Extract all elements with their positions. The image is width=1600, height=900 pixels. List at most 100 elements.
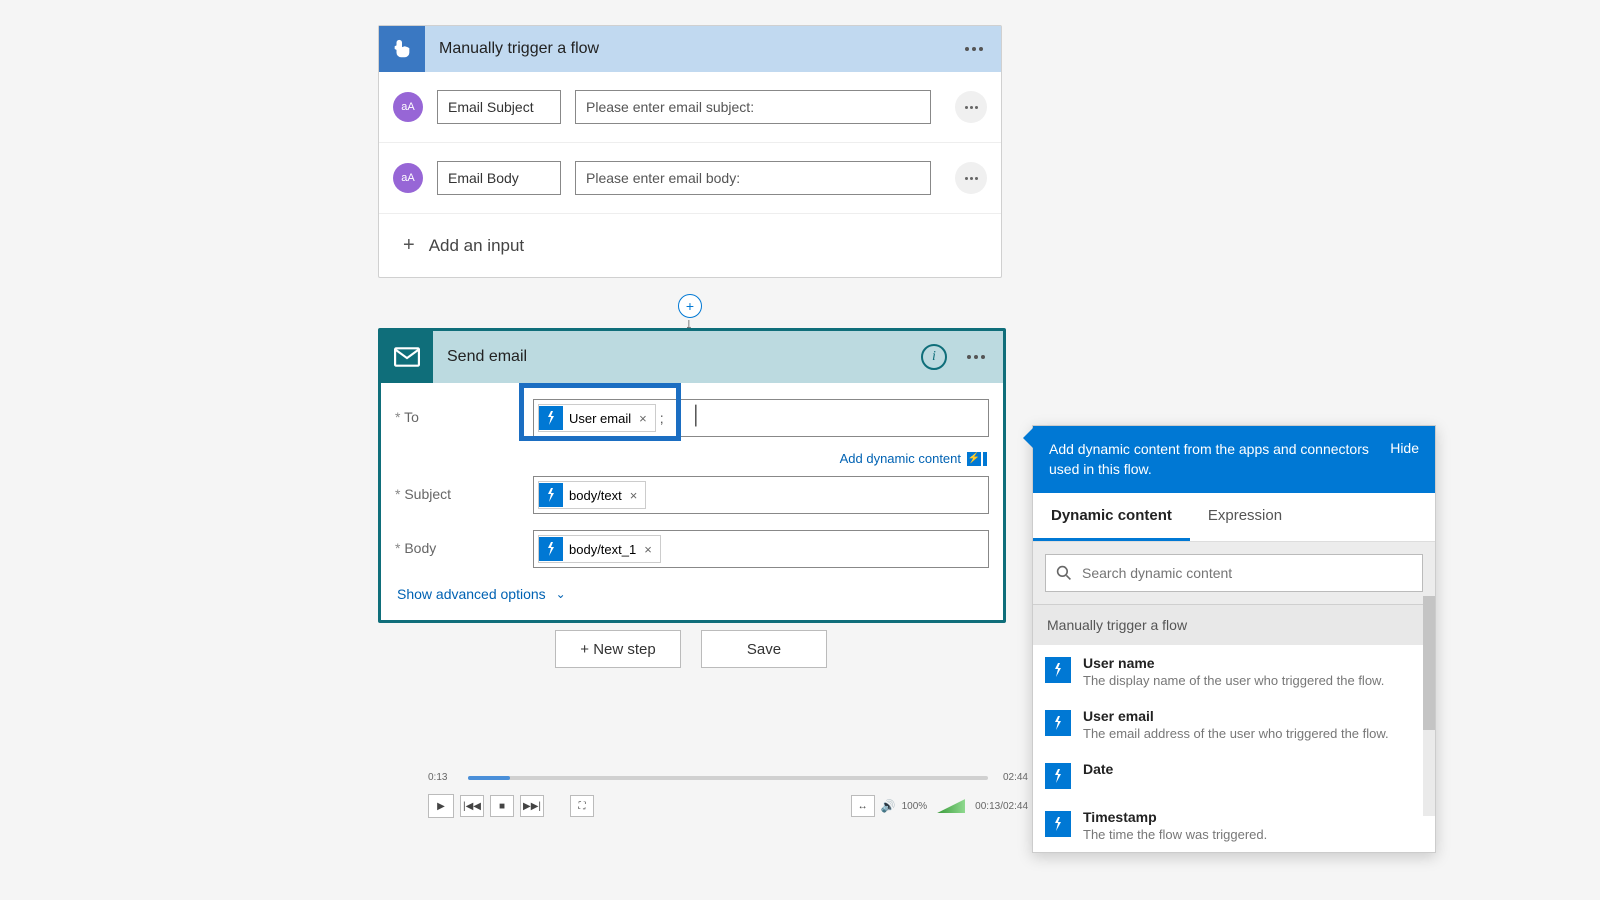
flow-icon — [1045, 710, 1071, 736]
trigger-card: Manually trigger a flow aA Email Subject… — [378, 25, 1002, 278]
dynamic-item-title: Date — [1083, 761, 1423, 777]
trigger-input-row: aA Email Body Please enter email body: — [379, 143, 1001, 214]
flow-connector: + ↓ — [684, 284, 696, 330]
dynamic-item[interactable]: User email The email address of the user… — [1033, 698, 1435, 751]
trigger-input-row: aA Email Subject Please enter email subj… — [379, 72, 1001, 143]
remove-token-icon[interactable]: × — [628, 488, 640, 503]
dynamic-search-wrap — [1033, 542, 1435, 604]
player-controls: ▶ |◀◀ ■ ▶▶| ⛶ ↔ 🔊 100% 00:13/02:44 — [428, 794, 1028, 818]
dynamic-group-header: Manually trigger a flow — [1033, 604, 1435, 645]
body-input[interactable]: body/text_1 × — [533, 530, 989, 568]
body-label: Body — [395, 530, 533, 556]
play-button[interactable]: ▶ — [428, 794, 454, 818]
token-label: body/text — [569, 488, 622, 503]
dynamic-item-desc: The time the flow was triggered. — [1083, 827, 1423, 842]
dynamic-item[interactable]: Timestamp The time the flow was triggere… — [1033, 799, 1435, 852]
flow-icon — [539, 537, 563, 561]
subject-input[interactable]: body/text × — [533, 476, 989, 514]
action-menu-button[interactable] — [961, 342, 991, 372]
dynamic-item[interactable]: User name The display name of the user w… — [1033, 645, 1435, 698]
tab-expression[interactable]: Expression — [1190, 493, 1300, 541]
zoom-level: 100% — [902, 801, 928, 812]
remove-token-icon[interactable]: × — [637, 411, 649, 426]
trigger-header[interactable]: Manually trigger a flow — [379, 26, 1001, 72]
video-player: 0:13 02:44 ▶ |◀◀ ■ ▶▶| ⛶ ↔ 🔊 100% 00:13/… — [428, 776, 1028, 818]
add-dynamic-content-link[interactable]: Add dynamic content ⚡ — [381, 445, 1003, 468]
input-row-menu[interactable] — [955, 91, 987, 123]
total-time: 02:44 — [1003, 772, 1028, 783]
action-header[interactable]: Send email i — [381, 331, 1003, 383]
time-combined: 00:13/02:44 — [975, 801, 1028, 812]
chevron-down-icon: ⌄ — [556, 587, 566, 601]
touch-icon — [379, 26, 425, 72]
info-icon[interactable]: i — [921, 344, 947, 370]
trigger-title: Manually trigger a flow — [425, 40, 959, 58]
seek-progress — [468, 776, 510, 780]
mail-icon — [381, 331, 433, 383]
flow-icon — [539, 406, 563, 430]
text-cursor: │ — [691, 405, 702, 426]
input-row-menu[interactable] — [955, 162, 987, 194]
search-icon — [1056, 565, 1072, 581]
input-prompt-field[interactable]: Please enter email subject: — [575, 90, 931, 124]
dynamic-scrollbar[interactable] — [1423, 596, 1435, 816]
dynamic-item-title: User email — [1083, 708, 1423, 724]
remove-token-icon[interactable]: × — [642, 542, 654, 557]
hide-panel-button[interactable]: Hide — [1390, 440, 1419, 456]
flow-icon — [1045, 763, 1071, 789]
dynamic-token[interactable]: body/text_1 × — [538, 535, 661, 563]
dynamic-panel-header: Add dynamic content from the apps and co… — [1033, 426, 1435, 493]
action-card: Send email i To User email × ; │ Ad — [378, 328, 1006, 623]
show-advanced-link[interactable]: Show advanced options ⌄ — [381, 576, 1003, 620]
scrollbar-thumb[interactable] — [1423, 596, 1435, 730]
next-button[interactable]: ▶▶| — [520, 795, 544, 817]
token-label: body/text_1 — [569, 542, 636, 557]
dynamic-tabs: Dynamic content Expression — [1033, 493, 1435, 542]
action-title: Send email — [433, 348, 921, 366]
flow-icon — [1045, 811, 1071, 837]
save-button[interactable]: Save — [701, 630, 827, 668]
add-dynamic-label: Add dynamic content — [840, 451, 961, 466]
token-label: User email — [569, 411, 631, 426]
field-row-body: Body body/text_1 × — [381, 522, 1003, 576]
dynamic-item-list: User name The display name of the user w… — [1033, 645, 1435, 852]
to-input[interactable]: User email × ; — [533, 399, 989, 437]
text-type-badge: aA — [393, 92, 423, 122]
dynamic-item-title: Timestamp — [1083, 809, 1423, 825]
new-step-button[interactable]: + New step — [555, 630, 681, 668]
dynamic-item[interactable]: Date — [1033, 751, 1435, 799]
stop-button[interactable]: ■ — [490, 795, 514, 817]
input-name-field[interactable]: Email Body — [437, 161, 561, 195]
fullscreen-button[interactable]: ⛶ — [570, 795, 594, 817]
elapsed-time: 0:13 — [428, 772, 447, 783]
advanced-label: Show advanced options — [397, 586, 546, 602]
dynamic-search-input[interactable] — [1082, 565, 1412, 581]
volume-slider[interactable] — [937, 799, 965, 813]
text-type-badge: aA — [393, 163, 423, 193]
trigger-menu-button[interactable] — [959, 34, 989, 64]
seek-track[interactable] — [468, 776, 988, 780]
mute-icon[interactable]: 🔊 — [881, 799, 896, 813]
input-prompt-field[interactable]: Please enter email body: — [575, 161, 931, 195]
add-input-button[interactable]: + Add an input — [379, 214, 1001, 277]
bottom-button-row: + New step Save — [555, 630, 827, 668]
input-name-field[interactable]: Email Subject — [437, 90, 561, 124]
flow-icon — [1045, 657, 1071, 683]
to-label: To — [395, 399, 533, 425]
insert-step-button[interactable]: + — [678, 294, 702, 318]
dynamic-token[interactable]: body/text × — [538, 481, 646, 509]
dynamic-search[interactable] — [1045, 554, 1423, 592]
dynamic-content-panel: Add dynamic content from the apps and co… — [1032, 425, 1436, 853]
dynamic-token[interactable]: User email × — [538, 404, 656, 432]
dynamic-panel-heading: Add dynamic content from the apps and co… — [1049, 440, 1390, 479]
dynamic-content-icon: ⚡ — [967, 452, 987, 466]
flow-icon — [539, 483, 563, 507]
add-input-label: Add an input — [429, 236, 524, 256]
dynamic-item-title: User name — [1083, 655, 1423, 671]
loop-button[interactable]: ↔ — [851, 795, 875, 817]
prev-button[interactable]: |◀◀ — [460, 795, 484, 817]
plus-icon: + — [403, 234, 415, 257]
tab-dynamic-content[interactable]: Dynamic content — [1033, 493, 1190, 541]
field-row-to: To User email × ; │ — [381, 383, 1003, 445]
dynamic-item-desc: The email address of the user who trigge… — [1083, 726, 1423, 741]
